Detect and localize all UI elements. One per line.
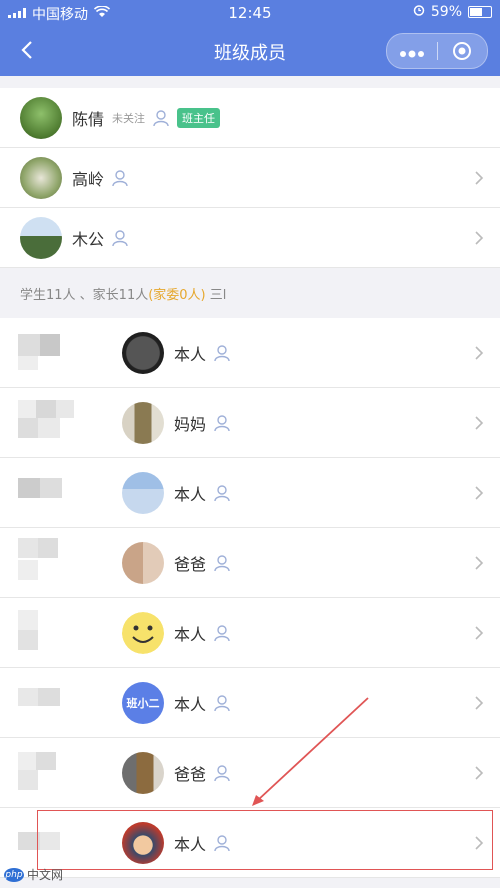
- person-icon: [212, 833, 232, 853]
- teacher-name: 陈倩: [72, 109, 105, 129]
- miniprogram-capsule: [386, 33, 488, 69]
- person-icon: [212, 343, 232, 363]
- smiley-avatar: [122, 611, 164, 654]
- avatar: [122, 331, 164, 374]
- member-row[interactable]: 妈妈: [0, 388, 500, 458]
- avatar: [122, 541, 164, 584]
- chevron-right-icon: [474, 415, 484, 431]
- member-row-highlighted[interactable]: 本人: [0, 808, 500, 878]
- person-icon: [151, 108, 171, 128]
- blurred-name: [18, 748, 78, 793]
- blurred-name: [18, 818, 78, 863]
- nav-bar: 班级成员: [0, 26, 500, 76]
- avatar-logo-text: 班小二: [126, 696, 160, 710]
- person-icon: [212, 413, 232, 433]
- more-dots-icon[interactable]: [387, 41, 437, 61]
- summary-suffix: 三l: [209, 288, 227, 303]
- member-row[interactable]: 本人: [0, 458, 500, 528]
- teacher-row[interactable]: 陈倩 未关注 班主任: [0, 88, 500, 148]
- student-parent-list: 本人 妈妈 本人 爸爸 本人 班小二 本人 爸爸 本人: [0, 318, 500, 878]
- person-icon: [212, 693, 232, 713]
- blurred-name: [18, 678, 78, 723]
- chevron-right-icon: [474, 345, 484, 361]
- follow-status: 未关注: [112, 111, 146, 125]
- chevron-right-icon: [474, 835, 484, 851]
- avatar: [20, 96, 62, 139]
- chevron-right-icon: [474, 230, 484, 246]
- person-icon: [212, 553, 232, 573]
- member-relation: 爸爸: [174, 764, 207, 784]
- teacher-name: 木公: [72, 229, 105, 249]
- chevron-right-icon: [474, 695, 484, 711]
- avatar: [20, 216, 62, 259]
- member-relation: 本人: [174, 694, 207, 714]
- watermark-text: 中文网: [27, 868, 64, 882]
- member-relation: 妈妈: [174, 414, 207, 434]
- member-summary: 学生11人 、家长11人(家委0人) 三l: [20, 284, 226, 303]
- member-row[interactable]: 班小二 本人: [0, 668, 500, 738]
- teacher-row[interactable]: 高岭: [0, 148, 500, 208]
- blurred-name: [18, 538, 78, 583]
- blurred-name: [18, 328, 78, 373]
- chevron-right-icon: [474, 485, 484, 501]
- committee-count: (家委0人): [148, 288, 206, 303]
- status-bar: 中国移动 12:45 59%: [0, 0, 500, 26]
- person-icon: [212, 623, 232, 643]
- blurred-name: [18, 608, 78, 653]
- watermark: php 中文网: [4, 866, 63, 883]
- member-relation: 本人: [174, 344, 207, 364]
- person-icon: [110, 228, 130, 248]
- member-relation: 本人: [174, 624, 207, 644]
- avatar: [122, 821, 164, 864]
- avatar: [20, 156, 62, 199]
- php-logo: php: [4, 867, 24, 882]
- summary-counts: 学生11人 、家长11人: [20, 288, 149, 303]
- head-teacher-badge: 班主任: [177, 107, 221, 128]
- blurred-name: [18, 468, 78, 513]
- chevron-right-icon: [474, 625, 484, 641]
- teacher-list: 陈倩 未关注 班主任 高岭 木公: [0, 88, 500, 268]
- person-icon: [110, 168, 130, 188]
- member-row[interactable]: 本人: [0, 318, 500, 388]
- member-relation: 本人: [174, 834, 207, 854]
- target-icon[interactable]: [437, 41, 487, 61]
- alarm-icon: [413, 4, 425, 20]
- blurred-name: [18, 398, 78, 443]
- member-row[interactable]: 爸爸: [0, 738, 500, 808]
- member-row[interactable]: 爸爸: [0, 528, 500, 598]
- battery-icon: [468, 6, 492, 18]
- person-icon: [212, 483, 232, 503]
- avatar: [122, 401, 164, 444]
- teacher-row[interactable]: 木公: [0, 208, 500, 268]
- app-logo-avatar: 班小二: [122, 681, 164, 724]
- chevron-right-icon: [474, 555, 484, 571]
- chevron-right-icon: [474, 170, 484, 186]
- member-row[interactable]: 本人: [0, 598, 500, 668]
- member-relation: 本人: [174, 484, 207, 504]
- member-relation: 爸爸: [174, 554, 207, 574]
- avatar: [122, 751, 164, 794]
- person-icon: [212, 763, 232, 783]
- chevron-right-icon: [474, 765, 484, 781]
- avatar: [122, 471, 164, 514]
- teacher-name: 高岭: [72, 169, 105, 189]
- battery-percent: 59%: [430, 4, 462, 20]
